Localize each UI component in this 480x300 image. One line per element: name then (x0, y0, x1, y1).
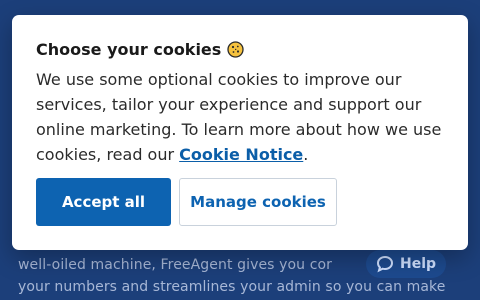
background-text-line: your numbers and streamlines your admin … (18, 279, 446, 295)
manage-cookies-button[interactable]: Manage cookies (179, 178, 337, 226)
speech-bubble-icon (376, 255, 394, 273)
help-button[interactable]: Help (366, 250, 447, 278)
cookie-icon (227, 41, 244, 58)
dialog-title-text: Choose your cookies (36, 40, 222, 59)
dialog-body-end: . (303, 145, 309, 164)
cookie-consent-dialog: Choose your cookies We use some optional… (12, 15, 468, 250)
accept-all-button[interactable]: Accept all (36, 178, 171, 226)
help-label: Help (400, 256, 437, 272)
dialog-title: Choose your cookies (36, 40, 244, 59)
cookie-notice-link[interactable]: Cookie Notice (179, 145, 303, 164)
dialog-body: We use some optional cookies to improve … (36, 67, 456, 167)
